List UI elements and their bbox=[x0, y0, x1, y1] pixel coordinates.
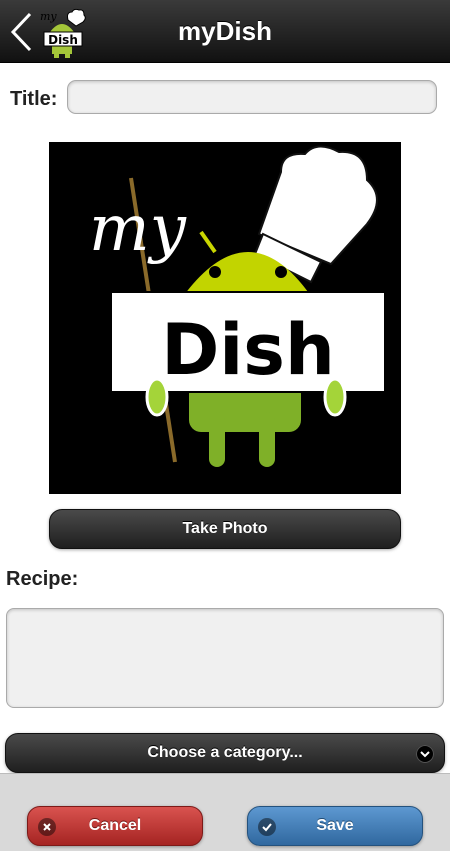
recipe-textarea[interactable] bbox=[6, 608, 444, 708]
dish-image-text-my: my bbox=[89, 192, 187, 266]
recipe-label: Recipe: bbox=[6, 568, 79, 590]
dish-photo: my Dish bbox=[49, 142, 401, 494]
title-label: Title: bbox=[10, 88, 58, 110]
save-button[interactable]: Save bbox=[247, 806, 423, 846]
chevron-down-icon bbox=[416, 745, 434, 763]
close-icon bbox=[38, 818, 56, 836]
save-label: Save bbox=[316, 817, 354, 834]
cancel-label: Cancel bbox=[88, 817, 142, 834]
take-photo-button[interactable]: Take Photo bbox=[49, 509, 401, 549]
page-title: myDish bbox=[178, 16, 272, 46]
category-select-label: Choose a category... bbox=[147, 744, 303, 761]
take-photo-label: Take Photo bbox=[182, 520, 268, 537]
category-select[interactable]: Choose a category... bbox=[5, 733, 445, 773]
check-icon bbox=[258, 818, 276, 836]
footer-toolbar: Cancel Save bbox=[0, 773, 450, 851]
dish-image-text-dish: Dish bbox=[161, 309, 335, 391]
cancel-button[interactable]: Cancel bbox=[27, 806, 203, 846]
title-input[interactable] bbox=[67, 80, 437, 114]
app-header: my Dish myDish bbox=[0, 0, 450, 63]
